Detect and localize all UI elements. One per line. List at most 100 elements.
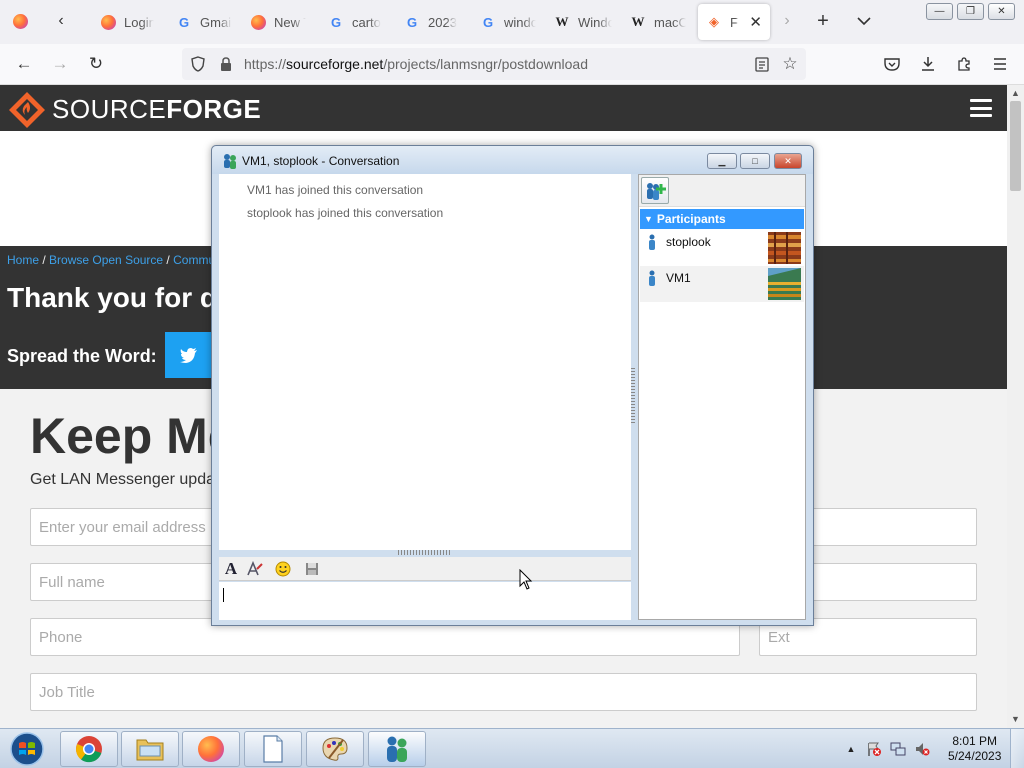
- participant-item[interactable]: stoplook: [640, 230, 804, 266]
- text-caret: [223, 588, 224, 602]
- participants-group-header[interactable]: ▼ Participants: [640, 209, 804, 229]
- save-conversation-button[interactable]: [302, 559, 322, 579]
- tab-windo[interactable]: G windo: [472, 4, 544, 40]
- twitter-share-button[interactable]: [165, 332, 213, 378]
- participants-pane: ▼ Participants stoplook VM1: [638, 174, 806, 620]
- tracking-protection-shield-icon[interactable]: [188, 54, 208, 74]
- tab-login[interactable]: Login: [92, 4, 162, 40]
- sourceforge-logo-icon[interactable]: [8, 91, 46, 129]
- clock-time: 8:01 PM: [952, 734, 998, 748]
- font-button[interactable]: A: [221, 559, 241, 579]
- site-menu-button[interactable]: [970, 99, 992, 117]
- wikipedia-icon: W: [631, 14, 645, 29]
- window-restore-button[interactable]: ❐: [957, 3, 984, 20]
- window-minimize-button[interactable]: —: [926, 3, 953, 20]
- back-button[interactable]: ←: [10, 50, 38, 78]
- minimize-icon: ▁: [718, 155, 726, 166]
- puzzle-icon: [958, 57, 970, 71]
- tab-scroll-right-button[interactable]: ›: [772, 6, 802, 36]
- tab-sourceforge-active[interactable]: ◈ Fin ✕: [698, 4, 770, 40]
- taskbar-file-explorer-button[interactable]: [121, 731, 179, 767]
- url-text[interactable]: https://sourceforge.net/projects/lanmsng…: [244, 56, 588, 72]
- firefox-icon: [198, 736, 224, 762]
- job-title-field[interactable]: Job Title: [30, 673, 977, 711]
- app-menu-button[interactable]: [986, 50, 1014, 78]
- network-icon[interactable]: [890, 741, 906, 757]
- lock-icon[interactable]: [216, 54, 236, 74]
- taskbar-chrome-button[interactable]: [60, 731, 118, 767]
- show-desktop-button[interactable]: [1010, 729, 1024, 768]
- system-clock[interactable]: 8:01 PM 5/24/2023: [948, 734, 1001, 764]
- participant-name: stoplook: [666, 235, 711, 249]
- pocket-button[interactable]: [878, 50, 906, 78]
- chevron-down-icon: [857, 17, 871, 26]
- tab-label: macO: [654, 14, 686, 30]
- url-path: /projects/lanmsngr/postdownload: [383, 56, 588, 72]
- address-bar[interactable]: https://sourceforge.net/projects/lanmsng…: [182, 48, 806, 80]
- browser-tab-strip: ‹ Login G Gmail New T G carto G 2023 G w…: [0, 0, 1024, 44]
- conversation-close-button[interactable]: ✕: [774, 153, 802, 169]
- windows-start-button[interactable]: [6, 731, 48, 767]
- conversation-minimize-button[interactable]: ▁: [707, 153, 737, 169]
- font-color-button[interactable]: [245, 559, 265, 579]
- participant-avatar: [768, 268, 801, 300]
- tab-wikipedia-macos[interactable]: W macO: [622, 4, 694, 40]
- conversation-title-bar[interactable]: VM1, stoplook - Conversation ▁ □ ✕: [212, 146, 813, 174]
- tab-new-tab[interactable]: New T: [242, 4, 314, 40]
- firefox-icon: [12, 13, 28, 29]
- forward-button[interactable]: →: [46, 50, 74, 78]
- scroll-up-arrow-icon[interactable]: ▲: [1011, 88, 1020, 98]
- horizontal-splitter-handle[interactable]: [398, 550, 452, 555]
- taskbar-paint-button[interactable]: [306, 731, 364, 767]
- scroll-down-arrow-icon[interactable]: ▼: [1011, 714, 1020, 724]
- window-close-button[interactable]: ✕: [988, 3, 1015, 20]
- bookmark-star-icon[interactable]: ☆: [780, 54, 800, 74]
- reload-button[interactable]: ↻: [82, 50, 110, 78]
- volume-muted-icon[interactable]: [914, 741, 930, 757]
- reader-view-icon[interactable]: [752, 54, 772, 74]
- breadcrumb-browse-link[interactable]: Browse Open Source: [49, 253, 163, 267]
- tab-label: 2023: [428, 14, 457, 30]
- sourceforge-header: SOURCEFORGE: [0, 85, 1007, 131]
- tab-wikipedia-windows[interactable]: W Windo: [546, 4, 620, 40]
- participant-item[interactable]: VM1: [640, 266, 804, 302]
- restore-icon: ❐: [966, 6, 975, 17]
- url-scheme: https://: [244, 56, 287, 72]
- page-scrollbar[interactable]: ▲ ▼: [1007, 85, 1024, 728]
- user-status-icon: [649, 270, 655, 286]
- tab-2023[interactable]: G 2023: [396, 4, 466, 40]
- arrow-left-icon: ←: [15, 54, 33, 73]
- list-all-tabs-button[interactable]: [849, 6, 879, 36]
- breadcrumb-home-link[interactable]: Home: [7, 253, 39, 267]
- reload-icon: ↻: [88, 54, 104, 73]
- sourceforge-wordmark[interactable]: SOURCEFORGE: [52, 94, 261, 125]
- windows-taskbar: ▲ 8:01 PM 5/24/2023: [0, 728, 1024, 768]
- new-tab-button[interactable]: +: [808, 6, 838, 36]
- add-participant-button[interactable]: [641, 177, 669, 204]
- downloads-button[interactable]: [914, 50, 942, 78]
- firefox-view-button[interactable]: [5, 6, 35, 36]
- tab-carto[interactable]: G carto: [320, 4, 390, 40]
- taskbar-lan-messenger-button[interactable]: [368, 731, 426, 767]
- tab-scroll-left-button[interactable]: ‹: [46, 6, 76, 36]
- scrollbar-thumb[interactable]: [1010, 101, 1021, 191]
- smiley-icon: [275, 561, 291, 577]
- document-icon: [263, 735, 283, 763]
- close-tab-icon[interactable]: ✕: [749, 13, 762, 31]
- logo-text-bold: FORGE: [166, 94, 262, 124]
- message-log[interactable]: VM1 has joined this conversation stoploo…: [219, 174, 631, 550]
- tab-gmail[interactable]: G Gmail: [168, 4, 240, 40]
- taskbar-firefox-button[interactable]: [182, 731, 240, 767]
- spread-the-word-label: Spread the Word:: [7, 346, 157, 366]
- conversation-maximize-button[interactable]: □: [740, 153, 770, 169]
- emoticon-button[interactable]: [273, 559, 293, 579]
- message-input[interactable]: [219, 582, 631, 620]
- vertical-splitter-handle[interactable]: [631, 368, 635, 424]
- chevron-right-icon: ›: [784, 12, 790, 29]
- extensions-button[interactable]: [950, 50, 978, 78]
- action-center-flag-icon[interactable]: [866, 741, 882, 757]
- show-hidden-icons-button[interactable]: ▲: [843, 741, 859, 757]
- maximize-icon: □: [752, 156, 758, 166]
- taskbar-notepad-button[interactable]: [244, 731, 302, 767]
- firefox-icon: [100, 14, 116, 30]
